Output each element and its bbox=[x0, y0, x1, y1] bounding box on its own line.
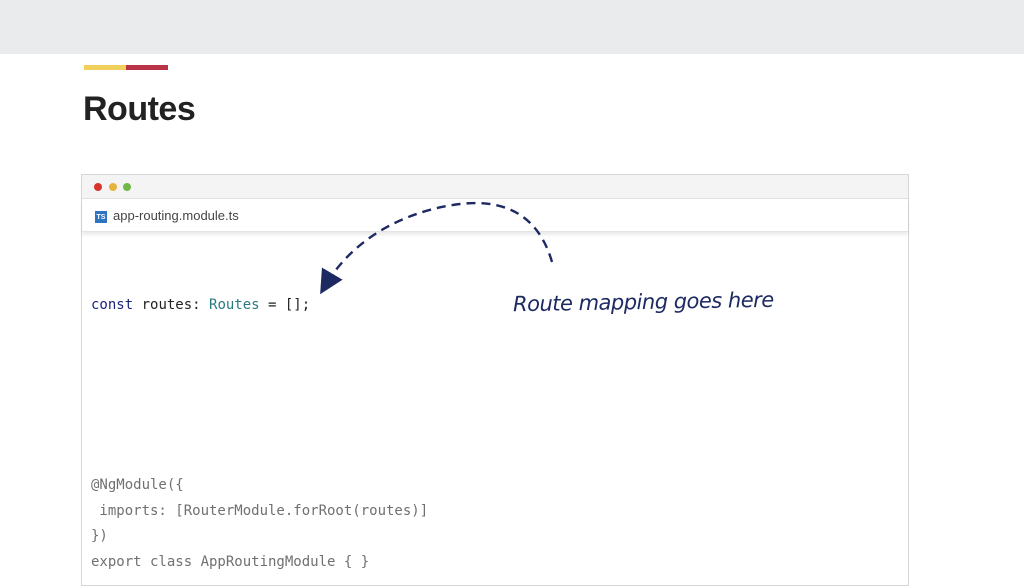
annotation-text: Route mapping goes here bbox=[512, 287, 774, 317]
annotation-arrow-icon bbox=[320, 201, 554, 295]
